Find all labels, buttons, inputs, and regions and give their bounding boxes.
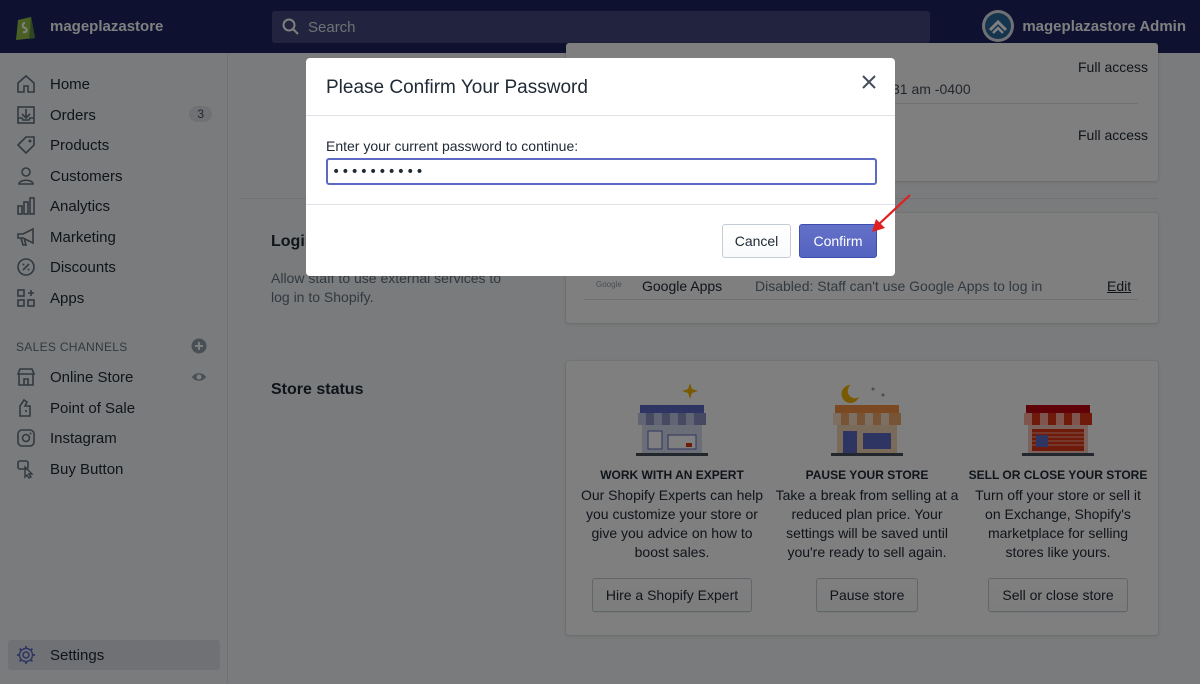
modal-title: Please Confirm Your Password xyxy=(326,77,588,98)
annotation-arrow-icon xyxy=(872,194,911,232)
password-field[interactable] xyxy=(326,158,877,185)
cancel-button[interactable]: Cancel xyxy=(722,224,791,258)
confirm-button[interactable]: Confirm xyxy=(799,224,877,258)
close-icon[interactable] xyxy=(859,72,879,92)
confirm-password-modal: Please Confirm Your Password Enter your … xyxy=(306,58,895,276)
divider xyxy=(306,115,895,116)
divider xyxy=(306,204,895,205)
password-label: Enter your current password to continue: xyxy=(326,138,579,154)
